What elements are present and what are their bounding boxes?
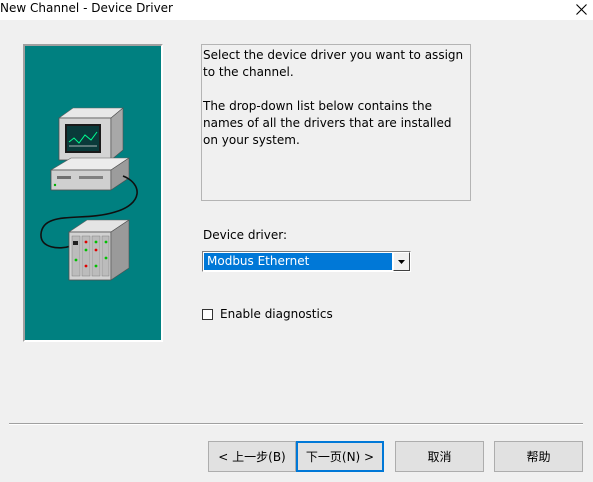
window-title: New Channel - Device Driver bbox=[0, 1, 173, 15]
enable-diagnostics-row[interactable]: Enable diagnostics bbox=[202, 306, 333, 322]
cancel-button[interactable]: 取消 bbox=[395, 441, 484, 472]
device-driver-value[interactable]: Modbus Ethernet bbox=[204, 253, 392, 270]
title-bar: New Channel - Device Driver bbox=[0, 0, 593, 20]
enable-diagnostics-checkbox[interactable] bbox=[202, 308, 213, 320]
description-paragraph-1: Select the device driver you want to ass… bbox=[203, 48, 464, 79]
device-driver-label: Device driver: bbox=[203, 228, 287, 242]
chevron-down-icon[interactable] bbox=[393, 252, 410, 271]
separator-line bbox=[9, 423, 583, 425]
next-button[interactable]: 下一页(N) > bbox=[296, 441, 384, 472]
description-box: Select the device driver you want to ass… bbox=[201, 44, 471, 201]
help-button[interactable]: 帮助 bbox=[494, 441, 583, 472]
device-driver-select[interactable]: Modbus Ethernet bbox=[202, 251, 411, 272]
back-button[interactable]: < 上一步(B) bbox=[208, 441, 296, 472]
close-icon[interactable] bbox=[570, 0, 592, 18]
wizard-illustration bbox=[23, 44, 163, 342]
enable-diagnostics-label[interactable]: Enable diagnostics bbox=[220, 307, 333, 321]
description-paragraph-2: The drop-down list below contains the na… bbox=[203, 99, 452, 147]
computer-plc-illustration bbox=[40, 107, 138, 281]
